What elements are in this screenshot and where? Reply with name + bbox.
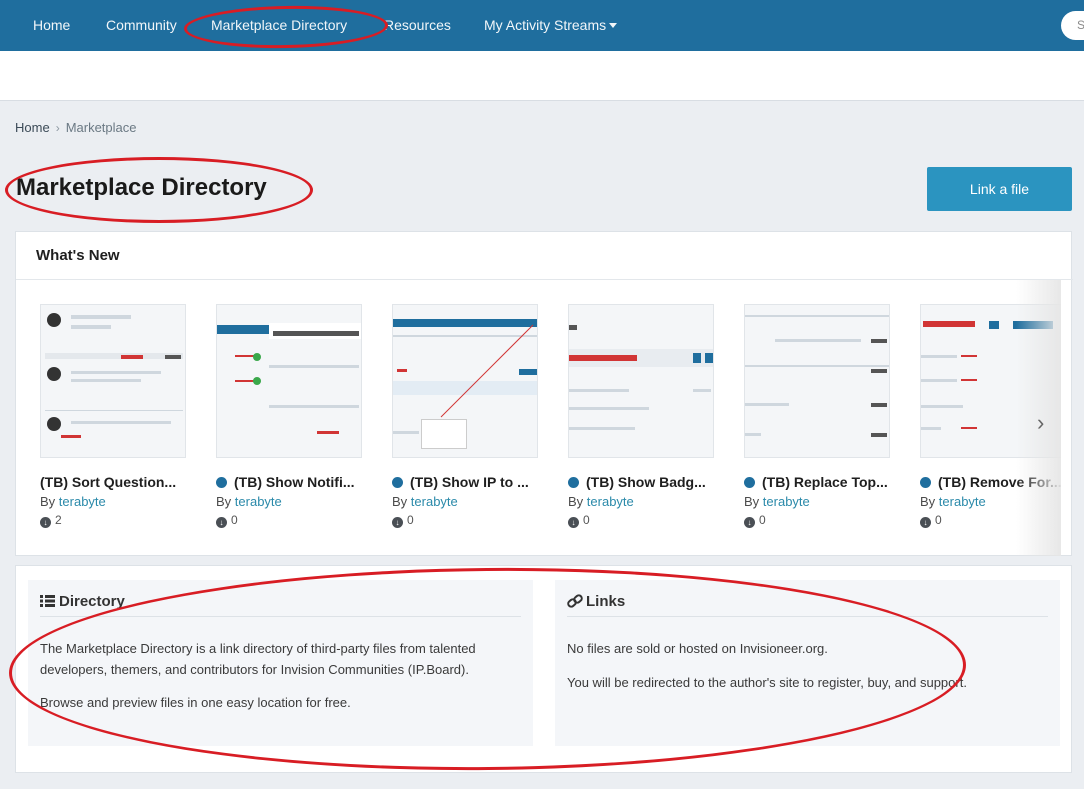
- directory-panel: Directory The Marketplace Directory is a…: [28, 580, 533, 746]
- list-icon: [40, 595, 55, 607]
- file-thumbnail[interactable]: [568, 304, 714, 458]
- author-link[interactable]: terabyte: [763, 494, 810, 509]
- directory-heading: Directory: [40, 593, 125, 610]
- info-section: Directory The Marketplace Directory is a…: [15, 565, 1072, 773]
- directory-paragraph: The Marketplace Directory is a link dire…: [40, 641, 476, 677]
- nav-resources[interactable]: Resources: [384, 17, 451, 33]
- author-link[interactable]: terabyte: [235, 494, 282, 509]
- breadcrumb-home[interactable]: Home: [15, 120, 50, 135]
- file-title[interactable]: (TB) Sort Question...: [40, 474, 186, 490]
- file-card[interactable]: (TB) Replace Top... By terabyte ↓ 0: [744, 304, 890, 528]
- file-title-text: (TB) Show Badg...: [586, 474, 706, 490]
- nav-activity-streams-label: My Activity Streams: [484, 17, 607, 33]
- author-link[interactable]: terabyte: [939, 494, 986, 509]
- nav-community[interactable]: Community: [106, 17, 177, 33]
- divider: [567, 616, 1048, 617]
- download-count: ↓ 0: [744, 513, 890, 528]
- divider: [40, 616, 521, 617]
- status-dot: [216, 477, 227, 488]
- file-title-text: (TB) Show IP to ...: [410, 474, 529, 490]
- sub-header-bar: [0, 51, 1084, 101]
- by-label: By: [392, 494, 408, 509]
- file-card[interactable]: (TB) Sort Question... By terabyte ↓ 2: [40, 304, 186, 528]
- breadcrumb-current: Marketplace: [65, 120, 137, 135]
- links-paragraph: You will be redirected to the author's s…: [567, 675, 967, 690]
- by-label: By: [40, 494, 56, 509]
- file-card[interactable]: (TB) Show Notifi... By terabyte ↓ 0: [216, 304, 362, 528]
- by-label: By: [920, 494, 936, 509]
- download-icon: ↓: [568, 517, 579, 528]
- caret-down-icon: [609, 23, 618, 28]
- by-label: By: [216, 494, 232, 509]
- link-icon: [567, 594, 583, 608]
- breadcrumb: Home › Marketplace: [15, 120, 137, 135]
- download-count-value: 0: [759, 513, 766, 527]
- download-icon: ↓: [744, 517, 755, 528]
- chevron-right-icon[interactable]: ›: [1037, 410, 1044, 436]
- file-title[interactable]: (TB) Show IP to ...: [392, 474, 538, 490]
- file-author: By terabyte: [392, 494, 538, 509]
- file-author: By terabyte: [40, 494, 186, 509]
- download-count: ↓ 2: [40, 513, 186, 528]
- links-paragraph: No files are sold or hosted on Invisione…: [567, 641, 828, 656]
- download-icon: ↓: [216, 517, 227, 528]
- directory-heading-text: Directory: [59, 593, 125, 610]
- download-icon: ↓: [40, 517, 51, 528]
- download-count: ↓ 0: [216, 513, 362, 528]
- file-title[interactable]: (TB) Show Badg...: [568, 474, 714, 490]
- author-link[interactable]: terabyte: [411, 494, 458, 509]
- links-heading: Links: [567, 593, 625, 610]
- author-link[interactable]: terabyte: [59, 494, 106, 509]
- download-count-value: 0: [407, 513, 414, 527]
- status-dot: [744, 477, 755, 488]
- file-carousel: (TB) Sort Question... By terabyte ↓ 2 (TB…: [16, 280, 1061, 556]
- links-panel: Links No files are sold or hosted on Inv…: [555, 580, 1060, 746]
- download-count-value: 0: [583, 513, 590, 527]
- file-title-text: (TB) Replace Top...: [762, 474, 888, 490]
- download-count: ↓ 0: [392, 513, 538, 528]
- download-count-value: 2: [55, 513, 62, 527]
- by-label: By: [568, 494, 584, 509]
- file-thumbnail[interactable]: [744, 304, 890, 458]
- status-dot: [920, 477, 931, 488]
- file-thumbnail[interactable]: [40, 304, 186, 458]
- file-card[interactable]: (TB) Show Badg... By terabyte ↓ 0: [568, 304, 714, 528]
- whats-new-section: What's New (TB) Sort Question... By tera…: [15, 231, 1073, 556]
- chevron-right-icon: ›: [55, 121, 60, 135]
- download-icon: ↓: [920, 517, 931, 528]
- nav-home[interactable]: Home: [33, 17, 70, 33]
- search-placeholder: S: [1077, 18, 1084, 32]
- by-label: By: [744, 494, 760, 509]
- download-count-value: 0: [231, 513, 238, 527]
- file-author: By terabyte: [744, 494, 890, 509]
- file-thumbnail[interactable]: [392, 304, 538, 458]
- link-a-file-button[interactable]: Link a file: [927, 167, 1072, 211]
- file-title-text: (TB) Show Notifi...: [234, 474, 355, 490]
- status-dot: [568, 477, 579, 488]
- file-author: By terabyte: [568, 494, 714, 509]
- file-author: By terabyte: [216, 494, 362, 509]
- file-title[interactable]: (TB) Replace Top...: [744, 474, 890, 490]
- download-count: ↓ 0: [568, 513, 714, 528]
- file-thumbnail[interactable]: [216, 304, 362, 458]
- nav-activity-streams[interactable]: My Activity Streams: [484, 17, 618, 33]
- page-title: Marketplace Directory: [16, 174, 267, 201]
- directory-paragraph: Browse and preview files in one easy loc…: [40, 695, 351, 710]
- top-navbar: Home Community Marketplace Directory Res…: [0, 0, 1084, 51]
- whats-new-title: What's New: [36, 247, 120, 264]
- status-dot: [392, 477, 403, 488]
- search-input[interactable]: S: [1061, 11, 1084, 40]
- download-count-value: 0: [935, 513, 942, 527]
- author-link[interactable]: terabyte: [587, 494, 634, 509]
- file-title[interactable]: (TB) Show Notifi...: [216, 474, 362, 490]
- links-heading-text: Links: [586, 593, 626, 610]
- file-card[interactable]: (TB) Show IP to ... By terabyte ↓ 0: [392, 304, 538, 528]
- nav-marketplace-directory[interactable]: Marketplace Directory: [211, 17, 347, 33]
- file-title-text: (TB) Sort Question...: [40, 474, 177, 490]
- download-icon: ↓: [392, 517, 403, 528]
